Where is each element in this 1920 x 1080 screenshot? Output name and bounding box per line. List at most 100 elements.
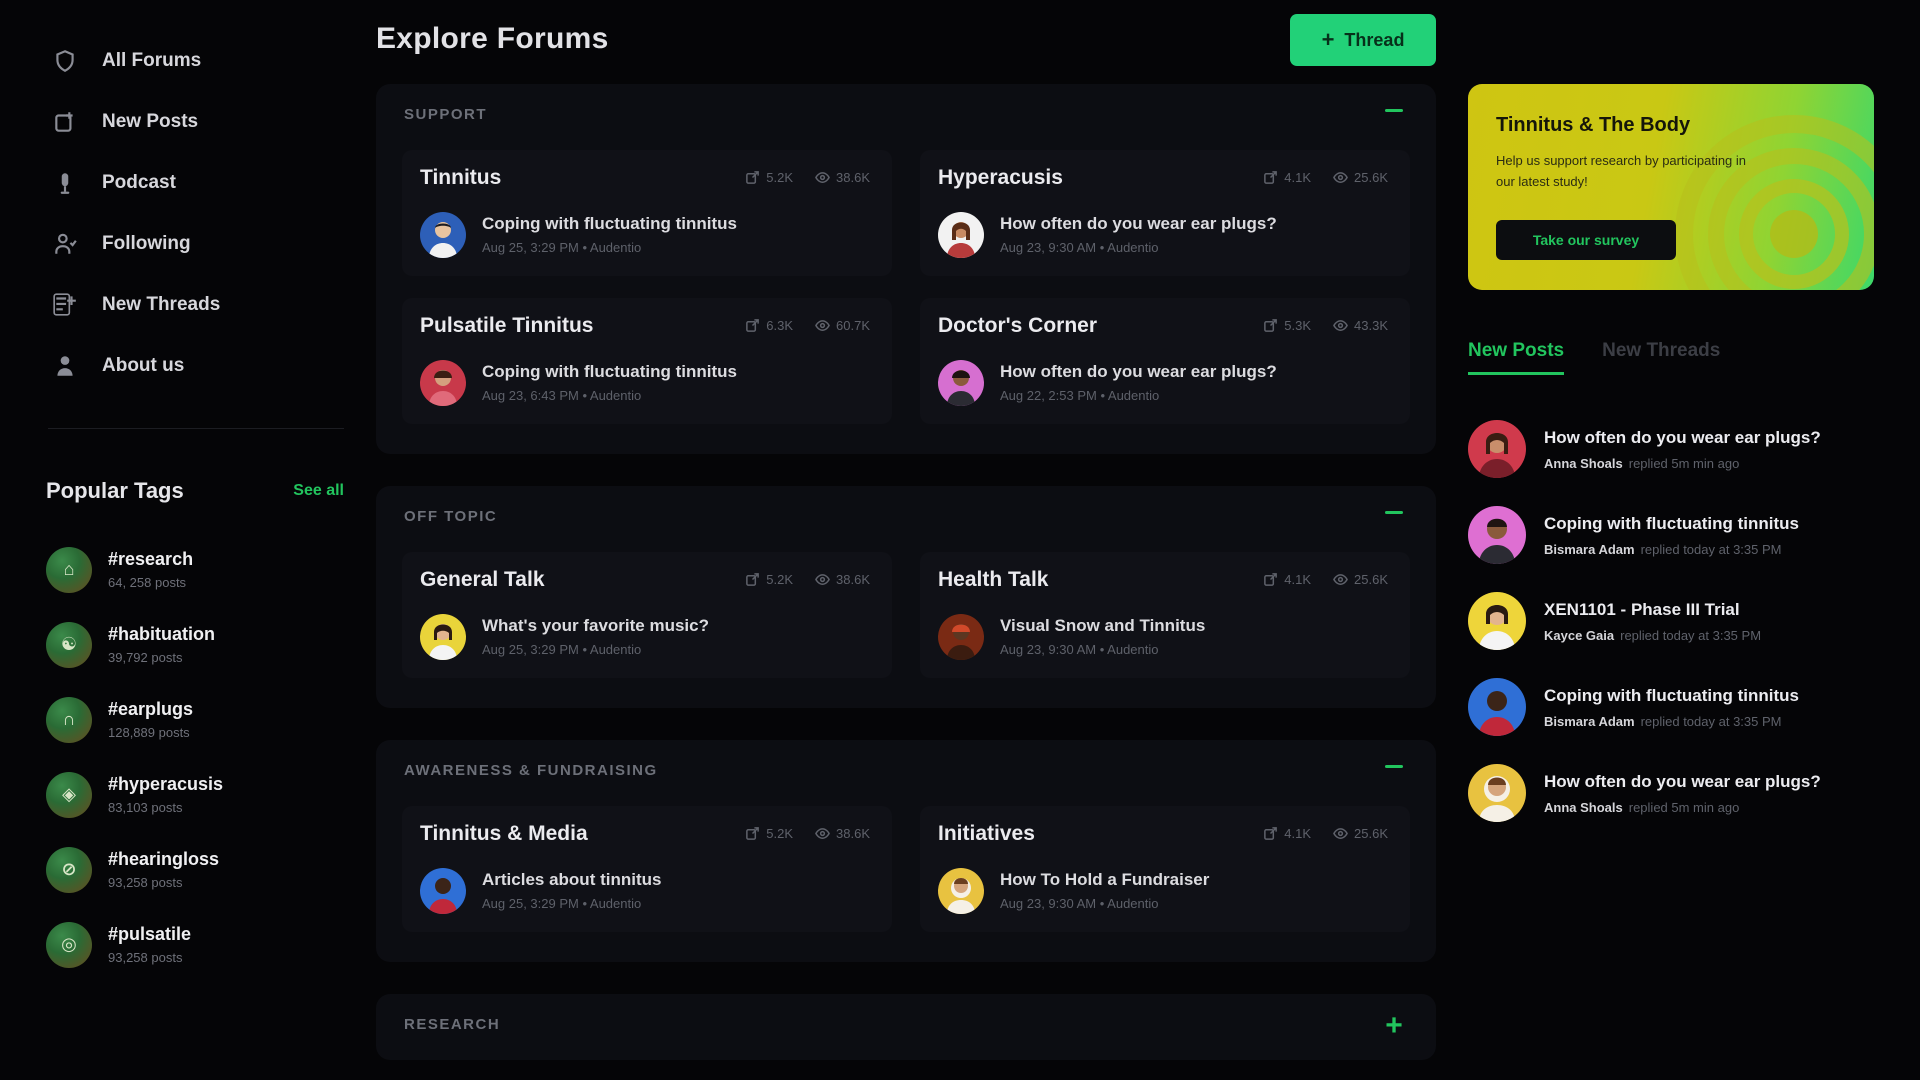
view-count: 38.6K [815, 826, 870, 841]
view-count: 38.6K [815, 572, 870, 587]
latest-post-title: Visual Snow and Tinnitus [1000, 616, 1206, 635]
latest-post-meta: Aug 23, 9:30 AM • Audentio [1000, 642, 1159, 657]
avatar [420, 614, 466, 660]
latest-post-meta: Aug 23, 9:30 AM • Audentio [1000, 240, 1159, 255]
latest-post-meta: Aug 25, 3:29 PM • Audentio [482, 240, 642, 255]
latest-post-title: Coping with fluctuating tinnitus [482, 214, 737, 233]
avatar [938, 212, 984, 258]
tag-item[interactable]: ⌂ #research 64, 258 posts [46, 532, 346, 607]
tab-new-posts[interactable]: New Posts [1468, 340, 1565, 375]
forum-title: Tinnitus & Media [420, 822, 588, 845]
post-icon [746, 319, 760, 332]
post-icon [746, 171, 760, 184]
view-count-value: 38.6K [836, 572, 870, 587]
expand-button[interactable]: + [1382, 1009, 1406, 1042]
view-count-value: 60.7K [836, 318, 870, 333]
post-icon [1264, 573, 1278, 586]
forum-stats: 4.1K 25.6K [1241, 572, 1388, 587]
post-count-value: 5.3K [1284, 318, 1312, 333]
post-count: 4.1K [1263, 170, 1311, 185]
recent-post-author: Anna Shoals [1544, 455, 1623, 471]
tag-name: #pulsatile [108, 924, 192, 944]
forum-card[interactable]: Doctor's Corner 5.3K 43.3K How often do … [920, 298, 1410, 424]
forum-stats: 5.2K 38.6K [723, 572, 870, 587]
recent-post-time: replied today at 3:35 PM [1640, 713, 1782, 729]
collapse-button[interactable] [1382, 500, 1406, 524]
recent-post-author: Bismara Adam [1544, 713, 1635, 729]
forum-card[interactable]: Tinnitus 5.2K 38.6K Coping with fluctuat… [402, 150, 892, 276]
eye-icon [1333, 574, 1348, 585]
collapse-button[interactable] [1382, 98, 1406, 122]
promo-banner: Tinnitus & The Body Help us support rese… [1468, 84, 1874, 290]
eye-icon [1333, 172, 1348, 183]
nav-item-about-us[interactable]: About us [48, 335, 348, 396]
latest-post-meta: Aug 23, 9:30 AM • Audentio [1000, 896, 1159, 911]
forum-card[interactable]: Hyperacusis 4.1K 25.6K How often do you … [920, 150, 1410, 276]
avatar [1468, 764, 1526, 822]
tag-item[interactable]: ☯ #habituation 39,792 posts [46, 607, 346, 682]
view-count-value: 38.6K [836, 170, 870, 185]
eye-icon [815, 172, 830, 183]
tag-name: #habituation [108, 624, 215, 644]
eye-icon [815, 320, 830, 331]
forum-title: Health Talk [938, 568, 1049, 591]
section-awareness-fundraising: AWARENESS & FUNDRAISING Tinnitus & Media… [376, 740, 1436, 962]
nav-item-new-posts[interactable]: New Posts [48, 91, 348, 152]
list-item[interactable]: XEN1101 - Phase III Trial Kayce Gaia repl… [1468, 578, 1888, 664]
eye-icon [815, 828, 830, 839]
latest-post-meta: Aug 23, 6:43 PM • Audentio [482, 388, 642, 403]
list-item[interactable]: How often do you wear ear plugs? Anna Sh… [1468, 750, 1888, 836]
tag-count: 64, 258 posts [108, 575, 187, 590]
recent-post-title: How often do you wear ear plugs? [1544, 771, 1821, 791]
list-item[interactable]: Coping with fluctuating tinnitus Bismara… [1468, 664, 1888, 750]
tag-item[interactable]: ⊘ #hearingloss 93,258 posts [46, 832, 346, 907]
nav-item-following[interactable]: Following [48, 213, 348, 274]
forum-stats: 6.3K 60.7K [723, 318, 870, 333]
page-title: Explore Forums [376, 22, 609, 55]
recent-post-meta: Anna Shoals replied 5m min ago [1544, 456, 1821, 471]
collapse-button[interactable] [1382, 754, 1406, 778]
plus-icon: + [1385, 1009, 1403, 1042]
nav-label: About us [102, 354, 185, 376]
tag-count: 39,792 posts [108, 650, 183, 665]
habituation-icon: ☯ [46, 621, 92, 668]
nav-item-new-threads[interactable]: New Threads [48, 274, 348, 335]
eye-icon [815, 574, 830, 585]
list-item[interactable]: Coping with fluctuating tinnitus Bismara… [1468, 492, 1888, 578]
new-thread-icon [48, 288, 82, 322]
tag-item[interactable]: ∩ #earplugs 128,889 posts [46, 682, 346, 757]
latest-post-title: How To Hold a Fundraiser [1000, 870, 1210, 889]
minus-icon [1385, 108, 1403, 112]
tag-name: #earplugs [108, 699, 194, 719]
forum-title: General Talk [420, 568, 545, 591]
tag-item[interactable]: ◈ #hyperacusis 83,103 posts [46, 757, 346, 832]
promo-text: Help us support research by participatin… [1496, 153, 1747, 189]
new-thread-button[interactable]: + Thread [1290, 14, 1436, 66]
forum-card[interactable]: Pulsatile Tinnitus 6.3K 60.7K Coping wit… [402, 298, 892, 424]
nav-item-all-forums[interactable]: All Forums [48, 30, 348, 91]
tag-item[interactable]: ◎ #pulsatile 93,258 posts [46, 907, 346, 982]
eye-icon [1333, 828, 1348, 839]
forum-card[interactable]: Initiatives 4.1K 25.6K How To Hold a Fun… [920, 806, 1410, 932]
avatar [938, 868, 984, 914]
list-item[interactable]: How often do you wear ear plugs? Anna Sh… [1468, 406, 1888, 492]
forum-card[interactable]: General Talk 5.2K 38.6K What's your favo… [402, 552, 892, 678]
forum-stats: 5.3K 43.3K [1241, 318, 1388, 333]
post-count: 5.2K [745, 170, 793, 185]
view-count-value: 25.6K [1354, 826, 1388, 841]
recent-post-title: Coping with fluctuating tinnitus [1544, 513, 1799, 533]
section-title: SUPPORT [404, 106, 488, 123]
forum-title: Tinnitus [420, 166, 502, 189]
avatar [420, 360, 466, 406]
nav-item-podcast[interactable]: Podcast [48, 152, 348, 213]
nav-label: New Threads [102, 293, 221, 315]
forum-card[interactable]: Tinnitus & Media 5.2K 38.6K Articles abo… [402, 806, 892, 932]
take-survey-button[interactable]: Take our survey [1496, 220, 1676, 260]
tab-new-threads[interactable]: New Threads [1602, 340, 1720, 375]
tag-count: 128,889 posts [108, 725, 190, 740]
section-research[interactable]: RESEARCH + [376, 994, 1436, 1060]
research-icon: ⌂ [46, 546, 92, 593]
person-icon [48, 349, 82, 383]
forum-card[interactable]: Health Talk 4.1K 25.6K Visual Snow and T… [920, 552, 1410, 678]
see-all-link[interactable]: See all [293, 482, 344, 500]
